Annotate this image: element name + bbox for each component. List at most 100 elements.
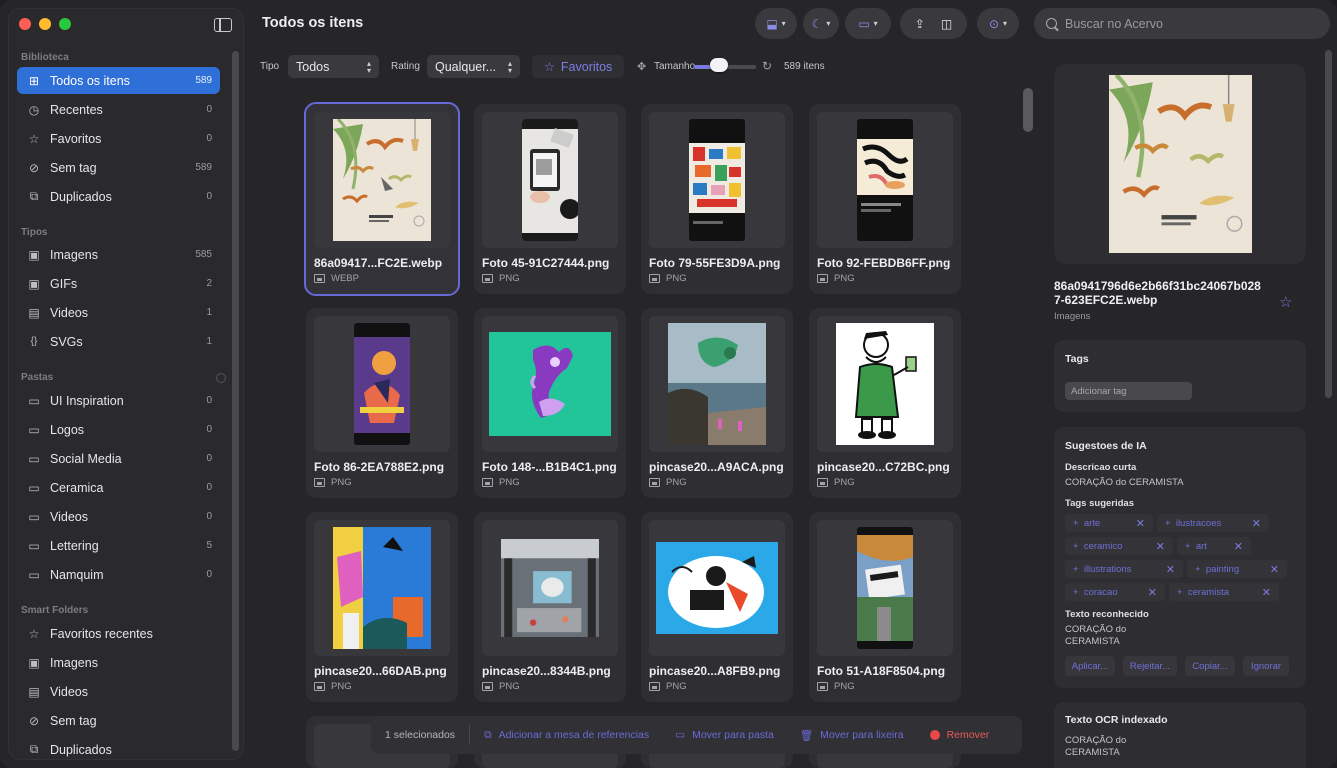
search-field[interactable]: [1034, 8, 1330, 39]
share-icon[interactable]: ⇪: [915, 17, 925, 31]
sidebar-scrollbar[interactable]: [232, 51, 239, 751]
add-to-reference-board-button[interactable]: ⧉ Adicionar a mesa de referencias: [484, 729, 649, 742]
sidebar-item-lettering[interactable]: ▭ Lettering 5: [17, 532, 220, 559]
sidebar-item-favoritos[interactable]: ☆ Favoritos 0: [17, 125, 220, 152]
suggested-tag-chip[interactable]: + ilustracoes ✕: [1157, 514, 1269, 532]
move-to-trash-label: Mover para lixeira: [820, 729, 904, 741]
add-to-reference-board-label: Adicionar a mesa de referencias: [498, 729, 650, 741]
zoom-window-button[interactable]: [59, 18, 71, 30]
close-icon[interactable]: ✕: [1166, 563, 1175, 576]
details-kind: Imagens: [1054, 311, 1091, 322]
suggested-tag-chip[interactable]: + art ✕: [1177, 537, 1251, 555]
details-file-name: 86a0941796d6e2b66f31bc24067b0287-623EFC2…: [1054, 279, 1261, 307]
grid-item[interactable]: Foto 148-...B1B4C1.png PNG: [474, 308, 626, 498]
details-scrollbar[interactable]: [1325, 50, 1332, 398]
cartoon-laptop-illustration: [656, 542, 778, 634]
grid-item[interactable]: pincase20...8344B.png PNG: [474, 512, 626, 702]
suggested-tag-chip[interactable]: + arte ✕: [1065, 514, 1153, 532]
sidebar-item-favoritos-recentes[interactable]: ☆ Favoritos recentes: [17, 620, 220, 647]
reject-button[interactable]: Rejeitar...: [1123, 656, 1177, 676]
sidebar-item-label: Namquim: [50, 567, 104, 582]
grid-scrollbar[interactable]: [1023, 88, 1033, 132]
grid-item[interactable]: 86a09417...FC2E.webp WEBP: [304, 102, 460, 296]
item-format-label: WEBP: [331, 273, 359, 284]
clock-icon: ◷: [28, 102, 40, 117]
sidebar-item-svgs[interactable]: {} SVGs 1: [17, 328, 220, 355]
add-tag-input[interactable]: Adicionar tag: [1065, 382, 1192, 400]
move-to-folder-button[interactable]: ▭ Mover para pasta: [675, 729, 774, 741]
close-icon[interactable]: ✕: [1262, 586, 1271, 599]
item-format: PNG: [649, 477, 687, 488]
image-icon: [817, 478, 828, 487]
more-menu-button[interactable]: ⊙ ▾: [977, 8, 1019, 39]
chip-label: arte: [1083, 517, 1101, 529]
sidebar-item-recentes[interactable]: ◷ Recentes 0: [17, 96, 220, 123]
thumbnail: [482, 316, 618, 452]
minimize-window-button[interactable]: [39, 18, 51, 30]
theme-menu-button[interactable]: ☾ ▾: [803, 8, 839, 39]
grid-item[interactable]: Foto 86-2EA788E2.png PNG: [306, 308, 458, 498]
teal-purple-3d-art: [489, 332, 611, 436]
sidebar-toggle-icon[interactable]: [214, 18, 232, 32]
grid-item[interactable]: Foto 92-FEBDB6FF.png PNG: [809, 104, 961, 294]
sidebar-item-sem-tag[interactable]: ⊘ Sem tag 589: [17, 154, 220, 181]
inspector-toggle-icon[interactable]: ◫: [941, 17, 952, 31]
sidebar-item-duplicados[interactable]: ⧉ Duplicados 0: [17, 183, 220, 210]
import-icon: ⬓: [766, 16, 778, 31]
ocr-card: Texto OCR indexado CORAÇÃO do CERAMISTA: [1054, 702, 1306, 768]
move-to-trash-button[interactable]: 🗑︎ Mover para lixeira: [800, 729, 904, 742]
favoritos-filter-button[interactable]: ☆ Favoritos: [532, 55, 624, 78]
sidebar-item-todos-os-itens[interactable]: ⊞ Todos os itens 589: [17, 67, 220, 94]
tipo-select[interactable]: Todos ▴ ▾: [288, 55, 379, 78]
grid-item[interactable]: Foto 45-91C27444.png PNG: [474, 104, 626, 294]
sidebar-item-namquim[interactable]: ▭ Namquim 0: [17, 561, 220, 588]
sidebar-item-ui-inspiration[interactable]: ▭ UI Inspiration 0: [17, 387, 220, 414]
sidebar-item-gifs[interactable]: ▣ GIFs 2: [17, 270, 220, 297]
close-icon[interactable]: ✕: [1270, 563, 1279, 576]
sidebar-item-smart-duplicados[interactable]: ⧉ Duplicados: [17, 736, 220, 759]
add-folder-icon[interactable]: [216, 373, 226, 383]
sidebar-item-imagens[interactable]: ▣ Imagens 585: [17, 241, 220, 268]
grid-item[interactable]: pincase20...C72BC.png PNG: [809, 308, 961, 498]
close-icon[interactable]: ✕: [1234, 540, 1243, 553]
close-icon[interactable]: ✕: [1148, 586, 1157, 599]
rating-select[interactable]: Qualquer... ▴ ▾: [427, 55, 520, 78]
sidebar-item-ceramica[interactable]: ▭ Ceramica 0: [17, 474, 220, 501]
suggested-tag-chip[interactable]: + painting ✕: [1187, 560, 1287, 578]
size-slider-knob[interactable]: [709, 58, 728, 72]
import-menu-button[interactable]: ⬓ ▾: [755, 8, 797, 39]
grid-item[interactable]: pincase20...A9ACA.png PNG: [641, 308, 793, 498]
sidebar-item-count: 1: [206, 307, 212, 318]
remove-icon: [929, 730, 940, 740]
sidebar-item-smart-videos[interactable]: ▤ Videos: [17, 678, 220, 705]
item-format-label: PNG: [666, 681, 687, 692]
grid-item[interactable]: Foto 79-55FE3D9A.png PNG: [641, 104, 793, 294]
sidebar-item-smart-imagens[interactable]: ▣ Imagens: [17, 649, 220, 676]
close-icon[interactable]: ✕: [1136, 517, 1145, 530]
suggested-tag-chip[interactable]: + coracao ✕: [1065, 583, 1165, 601]
remove-button[interactable]: Remover: [929, 729, 989, 741]
close-icon[interactable]: ✕: [1252, 517, 1261, 530]
search-input[interactable]: [1065, 16, 1305, 31]
grid-item[interactable]: Foto 51-A18F8504.png PNG: [809, 512, 961, 702]
sidebar-item-smart-sem-tag[interactable]: ⊘ Sem tag: [17, 707, 220, 734]
favorite-star-icon[interactable]: ☆: [1279, 293, 1292, 311]
grid-item[interactable]: pincase20...A8FB9.png PNG: [641, 512, 793, 702]
refresh-icon[interactable]: ↻: [762, 59, 772, 73]
sidebar-item-videos-folder[interactable]: ▭ Videos 0: [17, 503, 220, 530]
ignore-button[interactable]: Ignorar: [1243, 656, 1289, 676]
item-name: pincase20...A8FB9.png: [649, 664, 781, 678]
apply-button[interactable]: Aplicar...: [1065, 656, 1115, 676]
suggested-tag-chip[interactable]: + ceramico ✕: [1065, 537, 1173, 555]
copy-button[interactable]: Copiar...: [1185, 656, 1235, 676]
sidebar-item-social-media[interactable]: ▭ Social Media 0: [17, 445, 220, 472]
view-menu-button[interactable]: ▭ ▾: [845, 8, 891, 39]
close-window-button[interactable]: [19, 18, 31, 30]
grid-item[interactable]: pincase20...66DAB.png PNG: [306, 512, 458, 702]
item-name: Foto 148-...B1B4C1.png: [482, 460, 617, 474]
sidebar-item-logos[interactable]: ▭ Logos 0: [17, 416, 220, 443]
close-icon[interactable]: ✕: [1156, 540, 1165, 553]
suggested-tag-chip[interactable]: + ceramista ✕: [1169, 583, 1279, 601]
sidebar-item-videos[interactable]: ▤ Videos 1: [17, 299, 220, 326]
suggested-tag-chip[interactable]: + illustrations ✕: [1065, 560, 1183, 578]
